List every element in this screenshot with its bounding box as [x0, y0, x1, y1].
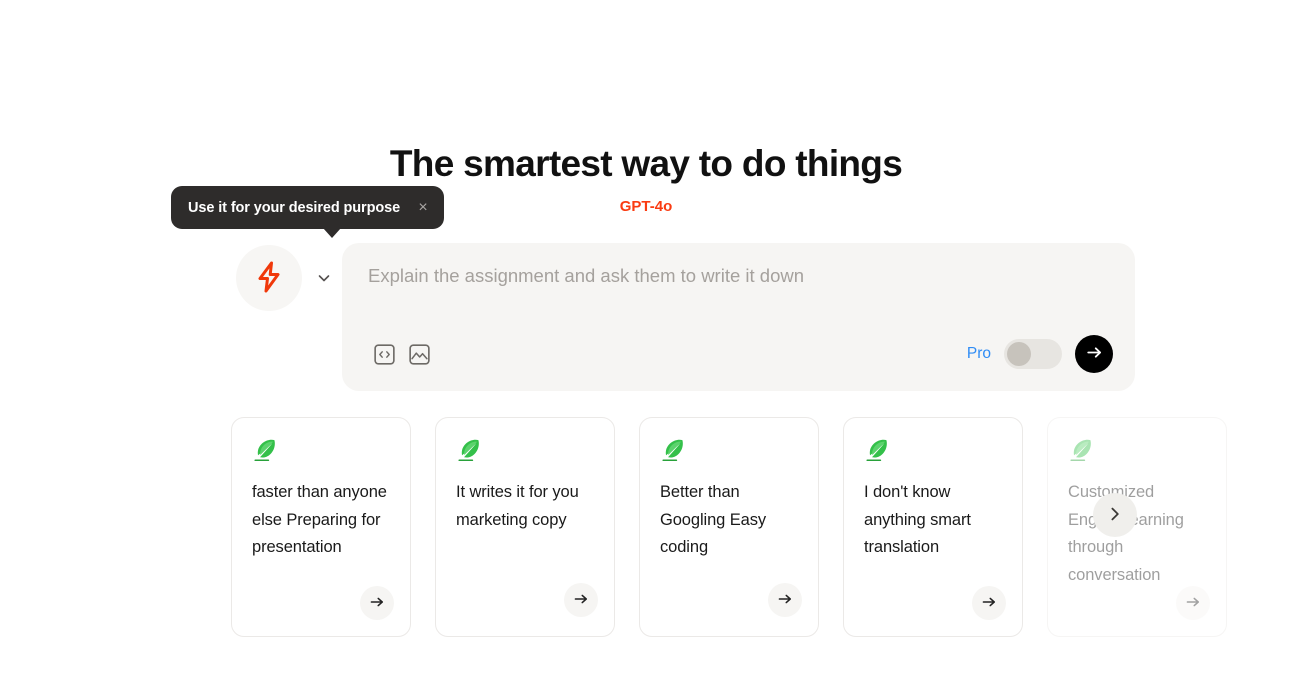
chevron-down-icon[interactable] [315, 269, 333, 287]
suggestion-card-text: Better than Googling Easy coding [660, 479, 798, 562]
arrow-right-icon [368, 593, 386, 614]
arrow-right-icon [980, 593, 998, 614]
suggestion-card[interactable]: Customized English learning through conv… [1047, 417, 1227, 637]
composer-panel: Pro [342, 243, 1135, 391]
page-title: The smartest way to do things [0, 141, 1292, 187]
close-icon[interactable]: × [416, 201, 430, 215]
feather-icon [660, 437, 798, 463]
arrow-right-icon [1184, 593, 1202, 614]
suggestion-card-arrow-button[interactable] [564, 583, 598, 617]
purpose-button[interactable] [236, 245, 302, 311]
suggestion-card[interactable]: It writes it for you marketing copy [435, 417, 615, 637]
suggestion-card[interactable]: Better than Googling Easy coding [639, 417, 819, 637]
arrow-right-icon [572, 590, 590, 611]
feather-icon [456, 437, 594, 463]
suggestion-card-text: Customized English learning through conv… [1068, 479, 1206, 589]
arrow-right-icon [1085, 343, 1104, 365]
lightning-bolt-icon [256, 261, 282, 296]
suggestion-card-arrow-button[interactable] [972, 586, 1006, 620]
suggestion-card-text: It writes it for you marketing copy [456, 479, 594, 534]
chevron-right-icon [1105, 504, 1125, 527]
tooltip-label: Use it for your desired purpose [188, 200, 400, 216]
purpose-tooltip: Use it for your desired purpose × [171, 186, 444, 229]
suggestion-card-arrow-button[interactable] [360, 586, 394, 620]
send-button[interactable] [1075, 335, 1113, 373]
arrow-right-icon [776, 590, 794, 611]
feather-icon [252, 437, 390, 463]
prompt-input[interactable] [368, 265, 1108, 287]
suggestion-card-arrow-button[interactable] [768, 583, 802, 617]
carousel-next-button[interactable] [1093, 493, 1137, 537]
tooltip-pointer [323, 228, 341, 238]
image-icon[interactable] [409, 344, 430, 365]
pro-toggle[interactable] [1004, 339, 1062, 369]
suggestion-card-arrow-button[interactable] [1176, 586, 1210, 620]
composer-actions: Pro [967, 335, 1113, 373]
suggestion-card[interactable]: I don't know anything smart translation [843, 417, 1023, 637]
composer-tools [374, 344, 430, 365]
code-icon[interactable] [374, 344, 395, 365]
feather-icon [1068, 437, 1206, 463]
pro-toggle-knob [1007, 342, 1031, 366]
pro-label[interactable]: Pro [967, 345, 991, 363]
suggestion-card-text: I don't know anything smart translation [864, 479, 1002, 562]
app-root: The smartest way to do things GPT-4o Use… [0, 0, 1292, 682]
suggestion-card[interactable]: faster than anyone else Preparing for pr… [231, 417, 411, 637]
suggestion-card-text: faster than anyone else Preparing for pr… [252, 479, 390, 562]
feather-icon [864, 437, 1002, 463]
